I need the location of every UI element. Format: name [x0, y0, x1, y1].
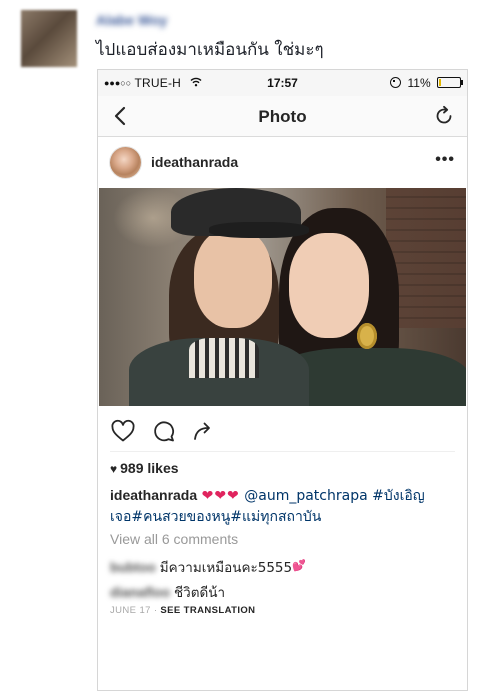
facebook-avatar[interactable] — [21, 10, 77, 67]
post-date: JUNE 17 — [110, 605, 151, 616]
status-bar: ●●●○○ TRUE-H 17:57 11% — [98, 70, 467, 96]
refresh-icon[interactable] — [433, 105, 455, 127]
likes-heart-icon: ♥ — [110, 462, 118, 476]
like-heart-icon[interactable] — [110, 419, 136, 443]
facebook-author-name[interactable]: Alabe Woy — [96, 12, 167, 28]
comment-text: ชีวิตดีน้า — [174, 585, 226, 601]
likes-count[interactable]: ♥ 989 likes — [110, 460, 179, 476]
photo-jacket-collar — [189, 338, 259, 378]
comment-bubble-icon[interactable] — [152, 419, 176, 443]
photo-cap-brim — [209, 222, 309, 238]
battery-fill — [439, 79, 441, 86]
share-arrow-icon[interactable] — [192, 419, 216, 443]
comment-emoji: 💕 — [292, 559, 306, 572]
comment-text: มีความเหมือนคะ5555 — [159, 560, 293, 576]
post-meta: JUNE 17 · SEE TRANSLATION — [110, 605, 255, 616]
facebook-post-caption: ไปแอบส่องมาเหมือนกัน ใช่มะๆ — [96, 40, 324, 60]
more-options-icon[interactable]: ••• — [435, 151, 455, 169]
navigation-bar: Photo — [98, 96, 467, 137]
comment-item: dianafloo ชีวิตดีน้า — [110, 581, 225, 603]
see-translation-link[interactable]: SEE TRANSLATION — [160, 605, 255, 616]
battery-indicator: 11% — [390, 76, 463, 90]
battery-icon — [437, 77, 463, 88]
likes-text: 989 likes — [120, 460, 179, 476]
photo-person-right-face — [289, 233, 369, 338]
comment-username[interactable]: dianafloo — [110, 585, 170, 600]
comment-item: bubtoo มีความเหมือนคะ5555💕 — [110, 556, 306, 578]
comment-username[interactable]: bubtoo — [110, 560, 156, 575]
post-username[interactable]: ideathanrada — [151, 154, 238, 170]
rotation-lock-icon — [390, 77, 402, 88]
post-header: ideathanrada ••• — [98, 137, 467, 189]
meta-separator: · — [153, 605, 158, 616]
caption-username[interactable]: ideathanrada — [110, 487, 197, 503]
user-avatar[interactable] — [110, 147, 141, 178]
instagram-screenshot: ●●●○○ TRUE-H 17:57 11% Photo ideathanrad… — [97, 69, 468, 691]
post-actions — [98, 413, 467, 449]
caption-mention-link[interactable]: @aum_patchrapa — [244, 488, 367, 504]
caption-heart-emojis: ❤❤❤ — [201, 488, 240, 504]
divider — [110, 451, 455, 452]
photo-earring — [357, 323, 377, 349]
post-caption: ideathanrada ❤❤❤ @aum_patchrapa #บังเอิญ… — [110, 485, 455, 528]
page-title: Photo — [258, 107, 307, 126]
post-photo[interactable] — [99, 188, 466, 406]
battery-percent: 11% — [407, 76, 431, 90]
photo-person-left-face — [194, 228, 272, 328]
view-all-comments-link[interactable]: View all 6 comments — [110, 531, 238, 547]
